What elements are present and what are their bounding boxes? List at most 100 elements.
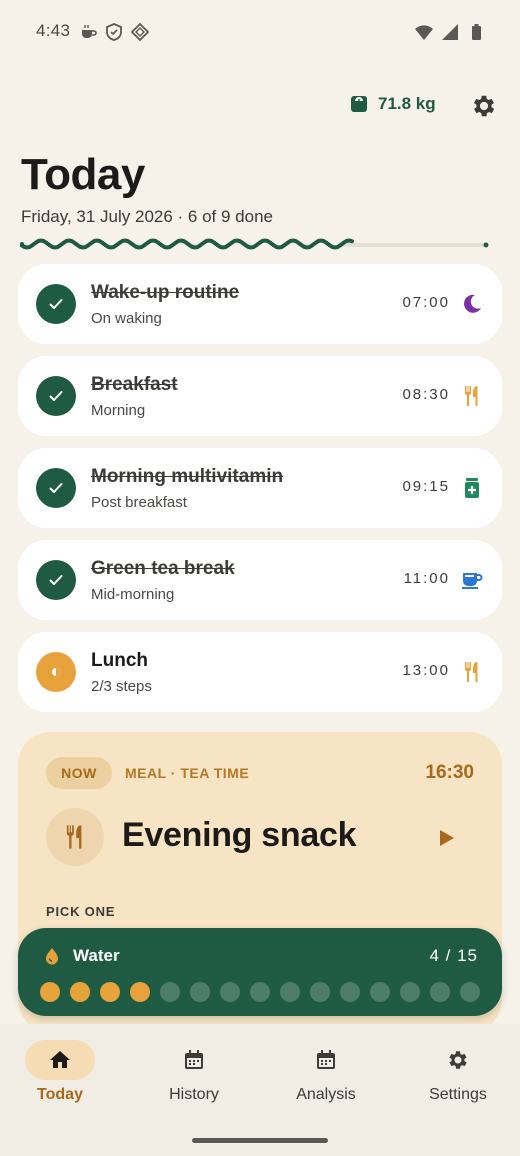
- water-dot[interactable]: [190, 982, 210, 1002]
- water-dot[interactable]: [220, 982, 240, 1002]
- shield-icon: [106, 23, 122, 41]
- check-icon: [49, 299, 63, 309]
- task-card[interactable]: Morning multivitamin Post breakfast 09:1…: [18, 448, 502, 528]
- check-icon: [49, 391, 63, 401]
- nav-label: History: [169, 1086, 219, 1103]
- nav-item-today[interactable]: Today: [0, 1040, 120, 1120]
- weight-chip[interactable]: 71.8 kg: [350, 94, 436, 114]
- task-subtitle: 2/3 steps: [91, 678, 152, 695]
- nav-label: Today: [37, 1086, 83, 1103]
- date-subtitle: Friday, 31 July 2026 · 6 of 9 done: [21, 207, 274, 226]
- day-progress-bar: [20, 238, 489, 250]
- pill-bottle-icon: [465, 478, 479, 498]
- progress-track: [340, 243, 486, 247]
- task-card[interactable]: Wake-up routine On waking 07:00: [18, 264, 502, 344]
- home-icon: [50, 1051, 70, 1068]
- task-subtitle: Mid-morning: [91, 586, 175, 603]
- task-time: 09:15: [402, 478, 450, 495]
- nav-active-indicator: [25, 1040, 95, 1080]
- water-dot[interactable]: [430, 982, 450, 1002]
- task-subtitle: Morning: [91, 402, 146, 419]
- now-category: MEAL · TEA TIME: [125, 765, 250, 781]
- nav-icon-holder: [423, 1040, 493, 1080]
- status-time: 4:43: [36, 21, 71, 40]
- cup-icon: [462, 573, 483, 589]
- gear-icon: [449, 1051, 467, 1069]
- nav-icon-holder: [291, 1040, 361, 1080]
- water-tracker[interactable]: Water 4 / 15: [18, 928, 502, 1016]
- calendar-icon: [185, 1050, 203, 1069]
- task-time: 08:30: [402, 386, 450, 403]
- task-title: Morning multivitamin: [91, 466, 284, 487]
- water-dot[interactable]: [160, 982, 180, 1002]
- task-card[interactable]: Green tea break Mid-morning 11:00: [18, 540, 502, 620]
- task-title: Breakfast: [91, 374, 178, 395]
- home-indicator[interactable]: [192, 1138, 328, 1143]
- scale-icon: [351, 96, 367, 112]
- progress-end-dot: [483, 242, 489, 248]
- water-count: 4 / 15: [429, 946, 478, 965]
- now-icon-container: [46, 808, 104, 866]
- water-dot[interactable]: [370, 982, 390, 1002]
- task-title: Lunch: [91, 650, 148, 671]
- water-drop-icon: [46, 948, 58, 965]
- task-title: Green tea break: [91, 558, 235, 579]
- check-icon: [49, 483, 63, 493]
- nav-item-settings[interactable]: Settings: [398, 1040, 518, 1120]
- task-status-toggle[interactable]: [36, 560, 76, 600]
- task-status-toggle[interactable]: [36, 284, 76, 324]
- bottom-navigation: Today History Analysis Settings: [0, 1024, 520, 1156]
- task-title: Wake-up routine: [91, 282, 240, 303]
- water-dot[interactable]: [460, 982, 480, 1002]
- water-dot[interactable]: [310, 982, 330, 1002]
- task-status-toggle[interactable]: [36, 652, 76, 692]
- task-time: 07:00: [402, 294, 450, 311]
- status-bar: 4:43: [0, 0, 520, 64]
- task-subtitle: Post breakfast: [91, 494, 187, 511]
- task-status-toggle[interactable]: [36, 376, 76, 416]
- now-badge: NOW: [46, 757, 112, 789]
- nav-item-history[interactable]: History: [134, 1040, 254, 1120]
- status-notification-icons: [78, 22, 150, 42]
- pick-one-label: PICK ONE: [46, 904, 116, 919]
- progress-wave: [20, 238, 354, 250]
- task-time: 13:00: [402, 662, 450, 679]
- moon-icon: [464, 294, 481, 313]
- nav-label: Analysis: [296, 1086, 356, 1103]
- nav-item-analysis[interactable]: Analysis: [266, 1040, 386, 1120]
- task-card[interactable]: Breakfast Morning 08:30: [18, 356, 502, 436]
- half-circle-icon: [52, 668, 60, 676]
- task-subtitle: On waking: [91, 310, 162, 327]
- water-dot[interactable]: [400, 982, 420, 1002]
- water-dots: [40, 982, 480, 1002]
- signal-icon: [442, 24, 458, 40]
- water-dot[interactable]: [250, 982, 270, 1002]
- task-status-toggle[interactable]: [36, 468, 76, 508]
- nav-label: Settings: [429, 1086, 487, 1103]
- calendar-icon: [317, 1050, 335, 1069]
- water-dot[interactable]: [40, 982, 60, 1002]
- water-label: Water: [73, 946, 120, 965]
- now-time: 16:30: [425, 762, 474, 783]
- task-time: 11:00: [403, 570, 450, 587]
- status-system-icons: [414, 22, 486, 42]
- task-card[interactable]: Lunch 2/3 steps 13:00: [18, 632, 502, 712]
- nav-icon-holder: [159, 1040, 229, 1080]
- water-dot[interactable]: [280, 982, 300, 1002]
- now-title: Evening snack: [122, 816, 357, 854]
- water-dot[interactable]: [100, 982, 120, 1002]
- water-dot[interactable]: [340, 982, 360, 1002]
- water-dot[interactable]: [130, 982, 150, 1002]
- wifi-icon: [415, 25, 433, 40]
- page-title: Today: [21, 150, 145, 199]
- battery-icon: [472, 24, 481, 40]
- settings-gear-icon[interactable]: [470, 92, 498, 120]
- check-icon: [49, 575, 63, 585]
- play-icon[interactable]: [436, 828, 456, 848]
- water-dot[interactable]: [70, 982, 90, 1002]
- coffee-icon: [82, 25, 97, 38]
- fork-knife-icon: [465, 662, 478, 682]
- diamond-icon: [130, 22, 150, 42]
- fork-knife-icon: [66, 825, 82, 849]
- fork-knife-icon: [465, 386, 478, 406]
